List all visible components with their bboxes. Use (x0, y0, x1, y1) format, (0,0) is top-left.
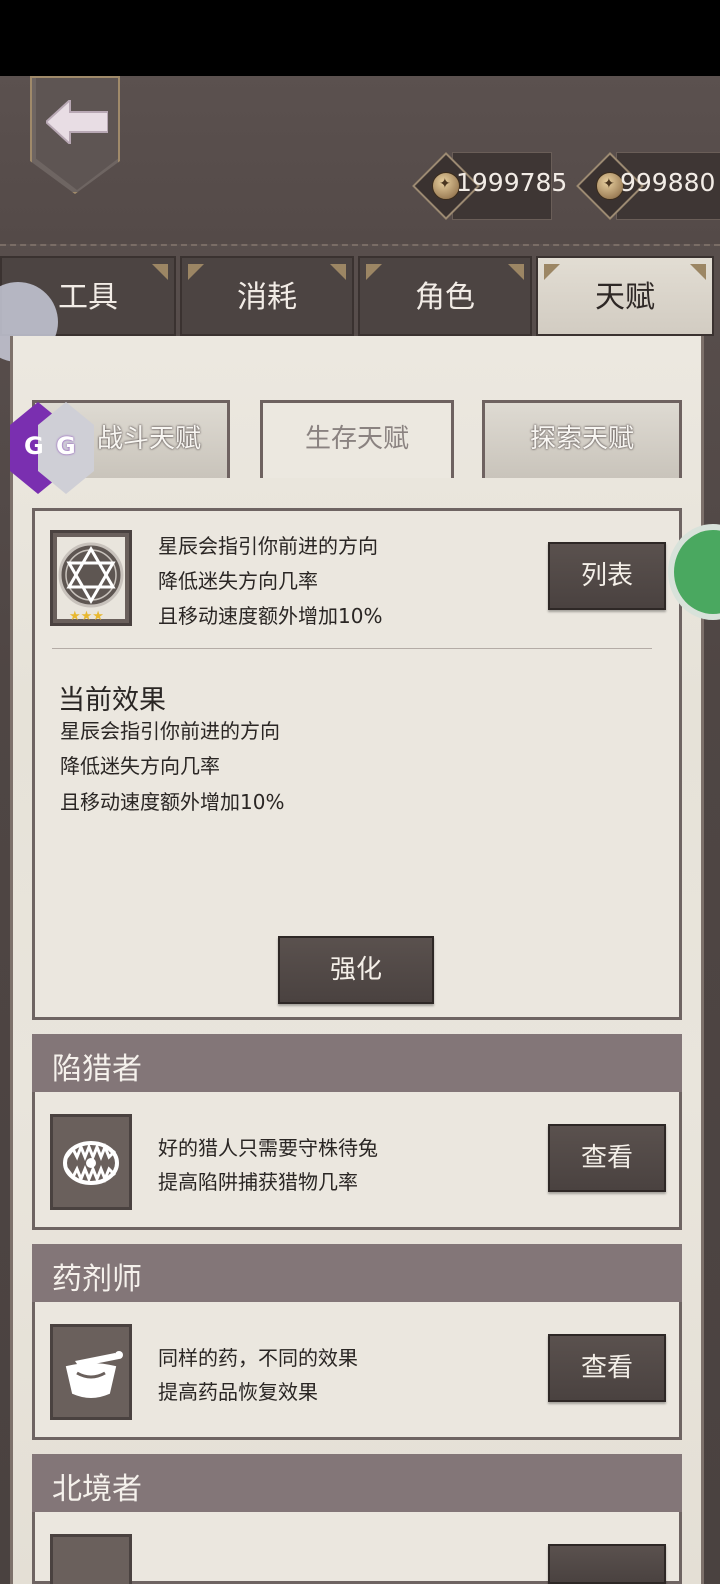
currency-coins: ✦ 1999785 (410, 150, 567, 222)
status-bar-area (0, 0, 720, 76)
trapper-desc-line-1: 好的猎人只需要守株待兔 (158, 1136, 378, 1160)
pharmacist-desc-line-1: 同样的药，不同的效果 (158, 1346, 358, 1370)
subtab-survival[interactable]: 生存天赋 (260, 400, 454, 478)
game-screen: ✦ 1999785 ✦ 999880 工具 消耗 角色 天赋 战斗天赋 生存天赋 (0, 0, 720, 1584)
token-value: 999880 (620, 168, 716, 197)
hexagram-icon: ★★★ (50, 530, 132, 626)
section-title: 药剂师 (52, 1262, 142, 1297)
effect-line-1: 星辰会指引你前进的方向 (60, 719, 280, 743)
section-title: 陷猎者 (52, 1052, 142, 1087)
pharmacist-desc-line-2: 提高药品恢复效果 (158, 1380, 318, 1404)
section-header-northlander: 北境者 (32, 1454, 682, 1512)
star-rating: ★★★ (69, 609, 104, 624)
category-tabs: 工具 消耗 角色 天赋 (0, 256, 720, 338)
talent-desc-line-1: 星辰会指引你前进的方向 (158, 534, 378, 558)
talent-desc-line-2: 降低迷失方向几率 (158, 569, 318, 593)
view-northlander-button[interactable] (548, 1544, 666, 1584)
list-button[interactable]: 列表 (548, 542, 666, 610)
upgrade-button[interactable]: 强化 (278, 936, 434, 1004)
mortar-icon (50, 1324, 132, 1420)
section-header-trapper: 陷猎者 (32, 1034, 682, 1092)
back-arrow-icon (46, 100, 108, 144)
northlander-icon (50, 1534, 132, 1584)
bear-trap-icon (50, 1114, 132, 1210)
tab-character[interactable]: 角色 (358, 256, 532, 336)
current-effect-title: 当前效果 (58, 685, 166, 716)
currency-tokens: ✦ 999880 (574, 150, 720, 222)
view-pharmacist-button[interactable]: 查看 (548, 1334, 666, 1402)
tab-talent[interactable]: 天赋 (536, 256, 714, 336)
section-title: 北境者 (52, 1472, 142, 1507)
gg-overlay-icon[interactable]: GG (10, 402, 94, 494)
talent-desc-line-3: 且移动速度额外增加10% (158, 604, 383, 628)
effect-line-3: 且移动速度额外增加10% (60, 790, 285, 814)
section-header-pharmacist: 药剂师 (32, 1244, 682, 1302)
coin-value: 1999785 (456, 168, 568, 197)
view-trapper-button[interactable]: 查看 (548, 1124, 666, 1192)
tab-consumables[interactable]: 消耗 (180, 256, 354, 336)
divider (52, 648, 652, 649)
effect-line-2: 降低迷失方向几率 (60, 754, 220, 778)
subtab-exploration[interactable]: 探索天赋 (482, 400, 682, 478)
trapper-desc-line-2: 提高陷阱捕获猎物几率 (158, 1170, 358, 1194)
